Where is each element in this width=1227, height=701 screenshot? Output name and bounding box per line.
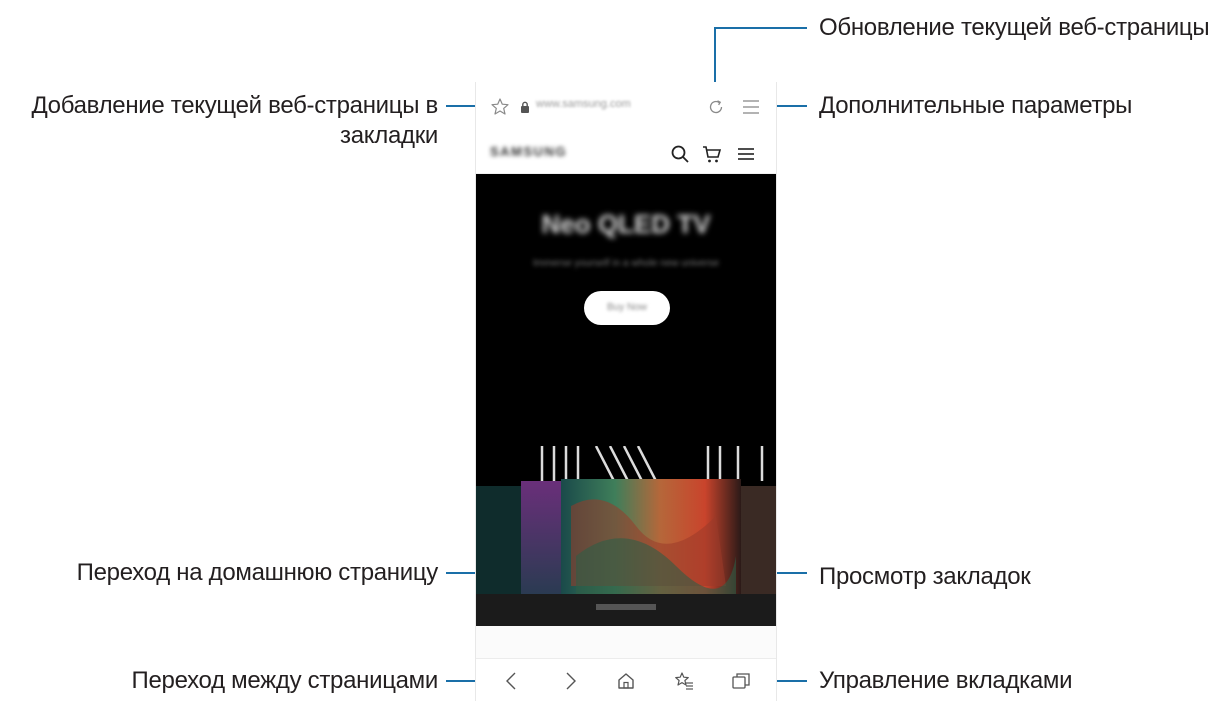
- home-icon[interactable]: [616, 671, 636, 691]
- callout-home: Переход на домашнюю страницу: [76, 559, 439, 586]
- lock-icon: [521, 101, 529, 113]
- hero-title: Neo QLED TV: [541, 209, 711, 239]
- callout-bookmark-add: Добавление текущей веб-страницы в заклад…: [31, 92, 438, 149]
- address-bar: www.samsung.com: [476, 82, 776, 132]
- hero-button[interactable]: Buy Now: [584, 291, 670, 325]
- browser-screenshot: www.samsung.com SAMSUNG Neo QLED TV Imme…: [475, 82, 777, 701]
- chevron-left-icon[interactable]: [502, 671, 522, 691]
- callout-refresh: Обновление текущей веб-страницы: [819, 14, 1210, 41]
- hero-artwork-image: [476, 446, 776, 626]
- site-header: SAMSUNG: [476, 132, 776, 174]
- cart-icon[interactable]: [702, 144, 722, 164]
- callout-more-options: Дополнительные параметры: [819, 92, 1133, 119]
- hero-button-label: Buy Now: [606, 302, 647, 313]
- callout-navigate: Переход между страницами: [131, 667, 439, 694]
- hero-banner: Neo QLED TV Immerse yourself in a whole …: [476, 174, 776, 626]
- bookmarks-icon[interactable]: [674, 671, 694, 691]
- hero-subtitle: Immerse yourself in a whole new universe: [532, 258, 720, 269]
- tabs-icon[interactable]: [731, 671, 751, 691]
- chevron-right-icon[interactable]: [560, 671, 580, 691]
- search-icon[interactable]: [670, 144, 690, 164]
- bottom-toolbar: [476, 658, 776, 701]
- site-logo[interactable]: SAMSUNG: [490, 144, 567, 159]
- star-icon[interactable]: [490, 97, 510, 117]
- refresh-icon[interactable]: [707, 98, 725, 116]
- callout-bookmarks-view: Просмотр закладок: [819, 563, 1031, 590]
- callout-tabs-manage: Управление вкладками: [819, 667, 1073, 694]
- leader-refresh: [714, 27, 807, 84]
- menu-icon[interactable]: [742, 99, 760, 115]
- hamburger-icon[interactable]: [736, 144, 756, 164]
- page-content-strip: [476, 626, 776, 658]
- url-text[interactable]: www.samsung.com: [536, 98, 631, 110]
